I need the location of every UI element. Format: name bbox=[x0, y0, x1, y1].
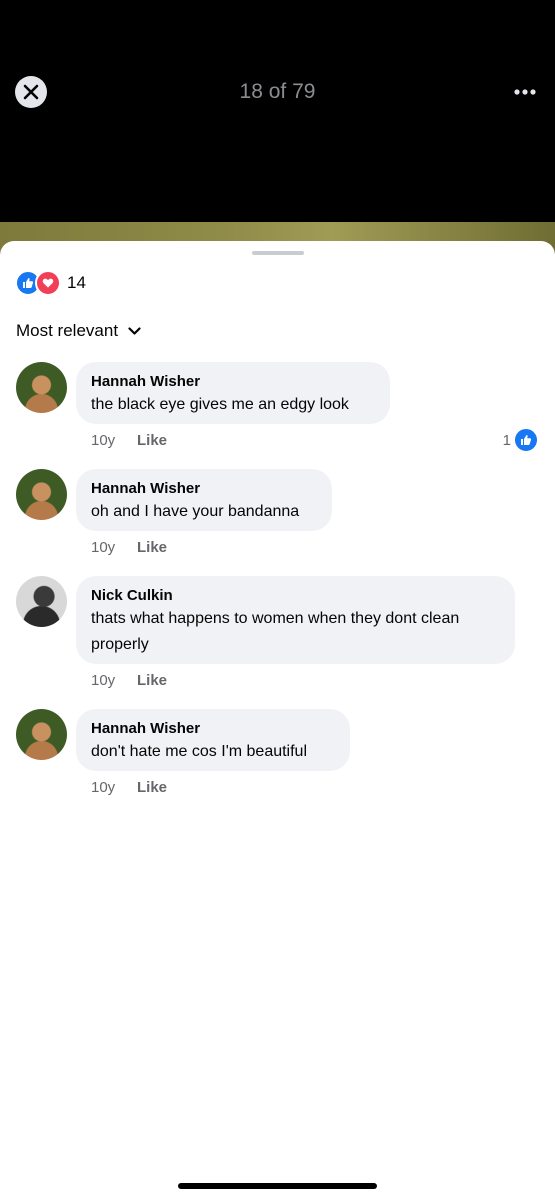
avatar[interactable] bbox=[16, 362, 67, 413]
reaction-count: 14 bbox=[67, 273, 86, 292]
comment-meta: 10y Like bbox=[91, 779, 167, 796]
sort-dropdown[interactable]: Most relevant bbox=[16, 321, 141, 341]
like-icon bbox=[513, 427, 539, 453]
like-button[interactable]: Like bbox=[137, 539, 167, 556]
love-icon bbox=[35, 270, 61, 296]
chevron-down-icon bbox=[128, 326, 141, 335]
comment-bubble[interactable]: Nick Culkin thats what happens to women … bbox=[76, 576, 515, 664]
avatar[interactable] bbox=[16, 576, 67, 627]
home-indicator[interactable] bbox=[178, 1183, 377, 1189]
more-options-button[interactable] bbox=[513, 82, 537, 102]
more-icon bbox=[514, 89, 536, 95]
sort-label: Most relevant bbox=[16, 321, 119, 340]
photo-viewer-header: 18 of 79 bbox=[0, 0, 555, 222]
reactions-summary[interactable]: 14 bbox=[15, 270, 86, 296]
like-button[interactable]: Like bbox=[137, 779, 167, 796]
comments-sheet: 14 Most relevant Hannah Wisher the black… bbox=[0, 241, 555, 1200]
comment-meta: 10y Like bbox=[91, 672, 167, 689]
like-button[interactable]: Like bbox=[137, 672, 167, 689]
comment-text: the black eye gives me an edgy look bbox=[91, 396, 349, 413]
avatar[interactable] bbox=[16, 469, 67, 520]
comment-like-count[interactable]: 1 bbox=[503, 427, 539, 453]
comment-meta: 10y Like bbox=[91, 432, 167, 449]
like-button[interactable]: Like bbox=[137, 432, 167, 449]
photo-counter: 18 of 79 bbox=[239, 80, 316, 103]
comment-bubble[interactable]: Hannah Wisher don't hate me cos I'm beau… bbox=[76, 709, 350, 771]
comment-time: 10y bbox=[91, 432, 116, 449]
comment-time: 10y bbox=[91, 539, 116, 556]
comment-text: don't hate me cos I'm beautiful bbox=[91, 743, 308, 760]
comment-author[interactable]: Hannah Wisher bbox=[91, 719, 335, 739]
comment-meta: 10y Like bbox=[91, 539, 167, 556]
avatar[interactable] bbox=[16, 709, 67, 760]
sheet-drag-handle[interactable] bbox=[252, 251, 304, 255]
comment-author[interactable]: Hannah Wisher bbox=[91, 479, 317, 499]
comment-text: oh and I have your bandanna bbox=[91, 503, 300, 520]
comment-author[interactable]: Nick Culkin bbox=[91, 586, 500, 606]
like-count-number: 1 bbox=[502, 431, 511, 449]
comment-bubble[interactable]: Hannah Wisher oh and I have your bandann… bbox=[76, 469, 332, 531]
comment-author[interactable]: Hannah Wisher bbox=[91, 372, 375, 392]
comment-text: thats what happens to women when they do… bbox=[91, 610, 460, 653]
comment-time: 10y bbox=[91, 672, 116, 689]
comment-bubble[interactable]: Hannah Wisher the black eye gives me an … bbox=[76, 362, 390, 424]
comment-time: 10y bbox=[91, 779, 116, 796]
